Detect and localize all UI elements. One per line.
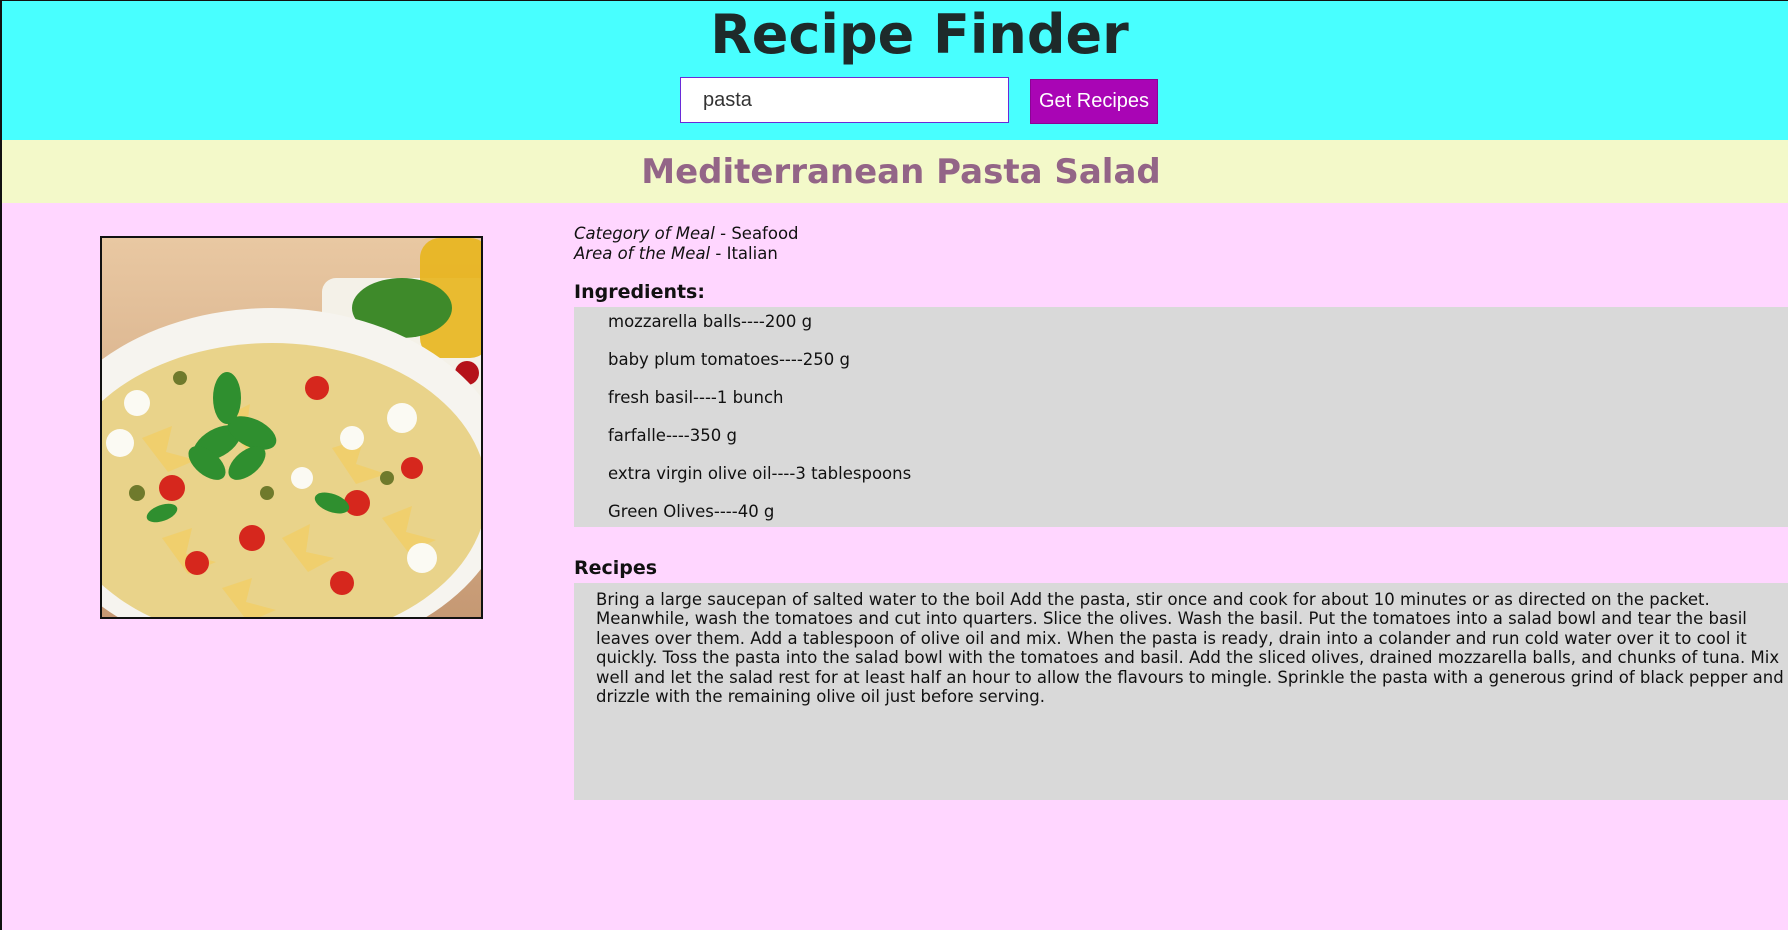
search-input[interactable] (680, 77, 1009, 123)
ingredient-item: farfalle----350 g (608, 426, 737, 445)
meal-title: Mediterranean Pasta Salad (641, 152, 1161, 192)
ingredients-list: mozzarella balls----200 g baby plum toma… (574, 307, 1788, 527)
ingredient-item: mozzarella balls----200 g (608, 312, 813, 331)
app-title: Recipe Finder (710, 3, 1129, 66)
ingredient-item: fresh basil----1 bunch (608, 388, 784, 407)
app-frame: Recipe Finder Get Recipes Mediterranean … (0, 0, 1788, 930)
recipe-instructions: Bring a large saucepan of salted water t… (574, 583, 1788, 800)
category-separator: - (714, 224, 732, 243)
recipes-heading: Recipes (574, 557, 658, 579)
area-label: Area of the Meal (574, 244, 711, 263)
ingredients-heading: Ingredients: (574, 281, 705, 303)
category-line: Category of Meal - Seafood (574, 224, 1174, 244)
ingredient-item: extra virgin olive oil----3 tablespoons (608, 464, 912, 483)
meal-meta: Category of Meal - Seafood Area of the M… (574, 224, 1174, 264)
recipe-text: Bring a large saucepan of salted water t… (596, 590, 1784, 707)
pasta-salad-image (102, 238, 481, 617)
area-separator: - (710, 244, 727, 263)
category-label: Category of Meal (574, 224, 715, 243)
category-value: Seafood (731, 224, 799, 243)
header: Recipe Finder Get Recipes (2, 1, 1788, 140)
ingredient-item: Green Olives----40 g (608, 502, 775, 521)
meal-banner: Mediterranean Pasta Salad (2, 140, 1788, 203)
ingredient-item: baby plum tomatoes----250 g (608, 350, 850, 369)
area-value: Italian (726, 244, 778, 263)
meal-photo (100, 236, 483, 619)
area-line: Area of the Meal - Italian (574, 244, 1174, 264)
get-recipes-button[interactable]: Get Recipes (1030, 79, 1158, 124)
